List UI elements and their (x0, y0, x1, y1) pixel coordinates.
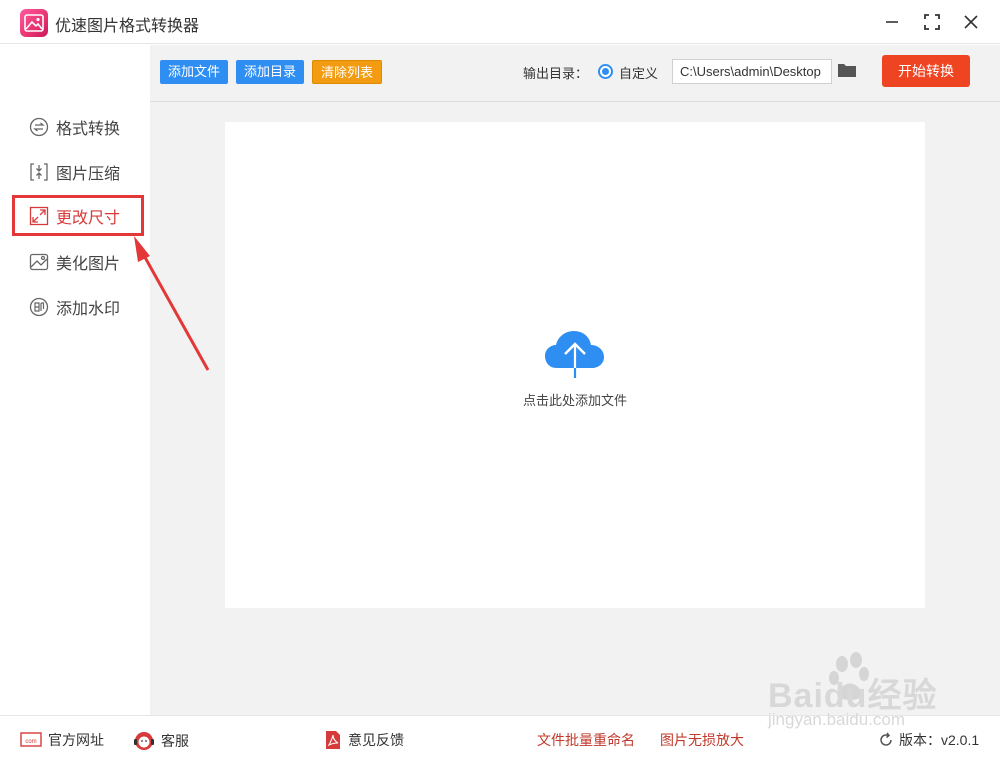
lossless-enlarge-link[interactable]: 图片无损放大 (660, 730, 744, 750)
version-info: 版本：v2.0.1 (878, 730, 979, 750)
feedback-link[interactable]: 意见反馈 (324, 730, 404, 750)
sidebar-item-label: 添加水印 (56, 301, 121, 318)
batch-rename-link[interactable]: 文件批量重命名 (537, 730, 635, 750)
close-button[interactable] (959, 10, 983, 34)
sidebar-item-format-convert[interactable]: 格式转换 (28, 114, 120, 140)
footer: com 官方网址 客服 意见反馈 文件批量重命名 图片无损放大 版本：v2.0.… (0, 715, 1000, 760)
sidebar: 格式转换 图片压缩 更改尺寸 美化图片 添加水印 (0, 45, 150, 715)
app-logo (20, 9, 48, 37)
refresh-icon (878, 732, 894, 748)
annotation-highlight-box (12, 195, 144, 236)
start-convert-button[interactable]: 开始转换 (882, 55, 970, 87)
custom-radio[interactable] (598, 64, 613, 79)
custom-radio-label[interactable]: 自定义 (619, 63, 658, 82)
sidebar-item-beautify[interactable]: 美化图片 (28, 249, 120, 275)
beautify-icon (28, 251, 50, 273)
sidebar-item-label: 图片压缩 (56, 166, 121, 183)
pdf-icon (324, 730, 342, 750)
customer-service-icon (133, 730, 155, 752)
swap-icon (28, 116, 50, 138)
watermark-icon (28, 296, 50, 318)
maximize-icon (924, 14, 940, 30)
customer-service-link[interactable]: 客服 (133, 730, 291, 752)
minimize-button[interactable] (880, 10, 904, 34)
sidebar-item-compress[interactable]: 图片压缩 (28, 159, 120, 185)
main-area: 点击此处添加文件 (150, 102, 1000, 715)
customer-service-label: 客服 (161, 733, 189, 749)
svg-text:com: com (25, 739, 36, 745)
drop-zone-text: 点击此处添加文件 (522, 393, 627, 408)
title-bar: 优速图片格式转换器 (0, 0, 1000, 44)
maximize-button[interactable] (920, 10, 944, 34)
cloud-upload-icon (545, 331, 604, 378)
sidebar-item-label: 格式转换 (56, 121, 121, 138)
output-path-input[interactable] (672, 59, 832, 84)
close-icon (964, 15, 978, 29)
output-directory-label: 输出目录： (523, 66, 589, 81)
folder-icon[interactable] (837, 62, 857, 83)
sidebar-item-label: 美化图片 (56, 256, 121, 273)
file-drop-zone[interactable]: 点击此处添加文件 (225, 122, 925, 608)
website-icon: com (20, 732, 42, 748)
feedback-label: 意见反馈 (348, 732, 404, 748)
version-label: 版本：v2.0.1 (899, 732, 980, 748)
sidebar-item-watermark[interactable]: 添加水印 (28, 294, 120, 320)
official-website-link[interactable]: com 官方网址 (20, 730, 104, 750)
add-directory-button[interactable]: 添加目录 (236, 60, 305, 84)
toolbar: 添加文件 添加目录 清除列表 输出目录： 自定义 开始转换 (150, 45, 1000, 102)
clear-list-button[interactable]: 清除列表 (312, 60, 383, 84)
minimize-icon (886, 21, 898, 23)
add-file-button[interactable]: 添加文件 (160, 60, 229, 84)
app-title: 优速图片格式转换器 (55, 18, 200, 35)
official-website-label: 官方网址 (48, 732, 104, 748)
masked-text (191, 734, 291, 748)
compress-icon (28, 161, 50, 183)
